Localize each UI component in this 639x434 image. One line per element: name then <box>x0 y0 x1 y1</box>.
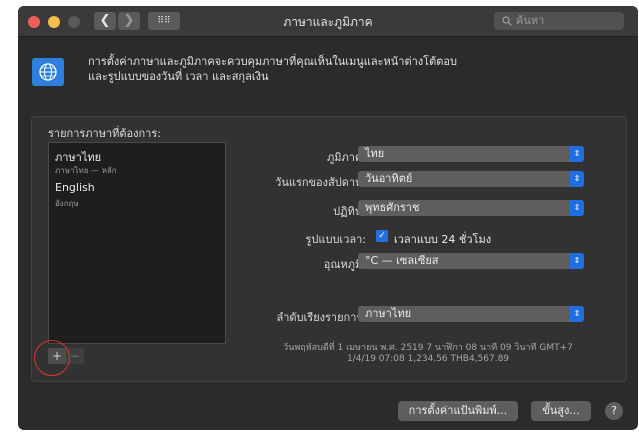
list-sort-value: ภาษาไทย <box>365 307 412 320</box>
chevron-updown-icon: ⇕ <box>570 171 584 187</box>
calendar-popup[interactable]: พุทธศักราช ⇕ <box>358 200 584 216</box>
list-sort-label: ลำดับเรียงรายการ: <box>276 311 366 324</box>
24-hour-label[interactable]: เวลาแบบ 24 ชั่วโมง <box>394 230 491 248</box>
24-hour-checkbox[interactable]: ✓ <box>376 230 388 242</box>
region-value: ไทย <box>365 147 385 160</box>
sample-date-text: วันพฤหัสบดีที่ 1 เมษายน พ.ศ. 2519 7 นาฬิ… <box>283 343 573 353</box>
chevron-updown-icon: ⇕ <box>570 253 584 269</box>
list-sort-popup[interactable]: ภาษาไทย ⇕ <box>358 306 584 322</box>
globe-flag-icon <box>32 58 64 86</box>
language-item-english[interactable]: English <box>55 181 95 194</box>
search-field[interactable]: ค้นหา <box>494 12 624 30</box>
language-item-english-sub: อังกฤษ <box>55 199 79 208</box>
first-day-value: วันอาทิตย์ <box>365 172 413 185</box>
highlight-circle <box>34 340 70 376</box>
advanced-button[interactable]: ขั้นสูง... <box>531 401 591 421</box>
help-button[interactable]: ? <box>605 402 623 420</box>
chevron-updown-icon: ⇕ <box>570 146 584 162</box>
search-placeholder: ค้นหา <box>516 14 545 27</box>
preferred-languages-list[interactable]: ภาษาไทย ภาษาไทย — หลัก English อังกฤษ <box>48 142 226 344</box>
region-label: ภูมิภาค: <box>327 151 366 164</box>
chevron-updown-icon: ⇕ <box>570 200 584 216</box>
language-item-thai-sub: ภาษาไทย — หลัก <box>55 166 117 175</box>
calendar-label: ปฏิทิน: <box>333 205 366 218</box>
preferred-languages-title: รายการภาษาที่ต้องการ: <box>48 127 161 140</box>
calendar-value: พุทธศักราช <box>365 201 420 214</box>
settings-labels: ภูมิภาค: วันแรกของสัปดาห์: ปฏิทิน: รูปแบ… <box>226 6 366 430</box>
region-popup[interactable]: ไทย ⇕ <box>358 146 584 162</box>
sample-format-text: 1/4/19 07:08 1,234.56 THB4,567.89 <box>346 354 510 364</box>
temperature-value: °C — เซลเซียส <box>365 254 439 267</box>
search-icon <box>502 16 512 26</box>
first-day-popup[interactable]: วันอาทิตย์ ⇕ <box>358 171 584 187</box>
temperature-popup[interactable]: °C — เซลเซียส ⇕ <box>358 253 584 269</box>
first-day-label: วันแรกของสัปดาห์: <box>275 176 366 189</box>
keyboard-preferences-button[interactable]: การตั้งค่าแป้นพิมพ์... <box>398 401 518 421</box>
preferences-window: ❮ ❯ ⠿⠿ ภาษาและภูมิภาค ค้นหา การตั้งค่าภา… <box>18 6 638 430</box>
chevron-updown-icon: ⇕ <box>570 306 584 322</box>
temperature-label: อุณหภูมิ: <box>323 258 366 271</box>
time-format-label: รูปแบบเวลา: <box>305 233 366 246</box>
